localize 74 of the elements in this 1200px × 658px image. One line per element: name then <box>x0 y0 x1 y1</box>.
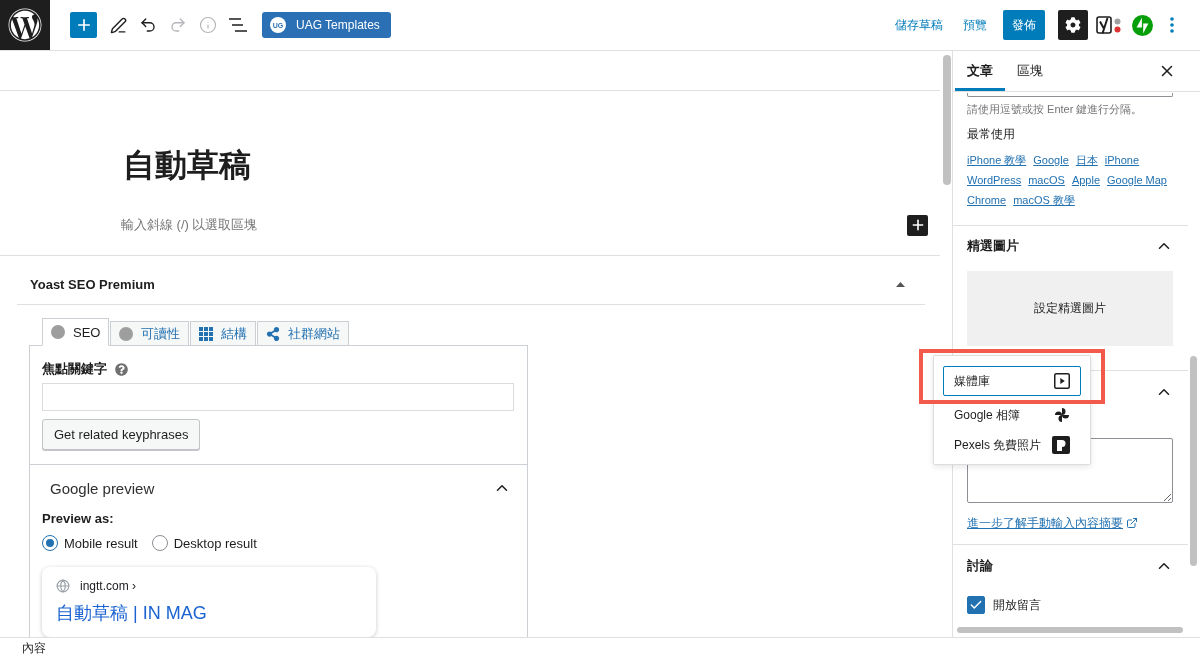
redo-icon <box>169 16 187 34</box>
publish-button[interactable]: 發佈 <box>1003 10 1045 40</box>
keyphrase-input[interactable] <box>42 383 514 411</box>
share-icon <box>266 326 281 341</box>
plugin-logo-icon <box>1096 14 1122 36</box>
triangle-up-icon[interactable] <box>896 281 905 287</box>
tag-link[interactable]: 日本 <box>1075 150 1098 170</box>
tag-link[interactable]: iPhone 教學 <box>967 150 1027 170</box>
seo-tab[interactable]: 可讀性 <box>110 321 190 346</box>
status-dot-icon <box>119 326 134 341</box>
tag-link[interactable]: WordPress <box>967 170 1022 190</box>
more-icon <box>1170 17 1174 33</box>
sidebar-tab[interactable]: 文章 <box>955 51 1005 91</box>
radio-option[interactable]: Mobile result <box>42 535 138 551</box>
tags-input-field[interactable] <box>967 93 1173 97</box>
panel-title[interactable]: 精選圖片 <box>967 237 1019 255</box>
lightning-icon <box>1132 14 1153 36</box>
checkmark-icon <box>969 598 983 612</box>
grid-icon <box>199 326 214 341</box>
field-label: Preview as: <box>42 511 114 527</box>
checkbox[interactable] <box>967 596 985 614</box>
settings-icon <box>1065 17 1081 33</box>
tag-link[interactable]: Google <box>1033 150 1069 170</box>
info-icon <box>199 16 217 34</box>
tag-link[interactable]: Google Map <box>1107 170 1167 190</box>
external-link-icon <box>1126 517 1138 529</box>
breadcrumb-item[interactable]: 內容 <box>22 639 46 657</box>
field-label: 焦點關鍵字 <box>42 360 107 378</box>
learn-more-link[interactable]: 進一步了解手動輸入內容摘要 <box>967 515 1138 531</box>
seo-tab[interactable]: 社群網站 <box>257 321 350 346</box>
menu-item[interactable]: 媒體庫 <box>943 366 1081 396</box>
settings-button[interactable] <box>1058 10 1088 40</box>
play-box-icon <box>1054 373 1070 389</box>
tag-link[interactable]: Chrome <box>967 190 1007 210</box>
pinwheel-icon <box>1054 407 1070 423</box>
seo-tab[interactable]: SEO <box>42 318 110 346</box>
related-keyphrases-button[interactable]: Get related keyphrases <box>42 419 201 450</box>
radio-option[interactable]: Desktop result <box>151 535 257 551</box>
seo-tab[interactable]: 結構 <box>190 321 257 346</box>
save-draft-button[interactable]: 儲存草稿 <box>895 16 943 34</box>
status-dot-icon <box>51 325 65 339</box>
pen-icon <box>109 16 127 34</box>
scrollbar-thumb[interactable] <box>957 627 1183 633</box>
result-title-link[interactable]: 自動草稿 | IN MAG <box>56 602 207 624</box>
tag-link[interactable]: iPhone <box>1104 150 1140 170</box>
plugin-button[interactable] <box>1096 14 1122 36</box>
undo-icon <box>139 16 157 34</box>
set-featured-image-button[interactable]: 設定精選圖片 <box>967 271 1173 346</box>
subsection-title: 最常使用 <box>967 126 1015 142</box>
more-options-button[interactable] <box>1170 17 1174 33</box>
result-url: ingtt.com › <box>80 579 136 593</box>
panel-title[interactable]: 討論 <box>967 557 993 575</box>
section-title: Google preview <box>50 479 155 497</box>
metabox-title: Yoast SEO Premium <box>30 276 155 292</box>
list-view-icon <box>229 18 247 32</box>
radio-button[interactable] <box>42 535 58 551</box>
scrollbar-thumb[interactable] <box>1190 356 1197 566</box>
help-icon <box>115 362 128 376</box>
radio-button[interactable] <box>151 535 168 551</box>
post-title[interactable]: 自動草稿 <box>123 145 251 185</box>
logo-icon <box>1052 436 1070 454</box>
checkbox-option[interactable]: 開放留言 <box>967 596 1041 614</box>
site-logo-button[interactable] <box>0 0 50 50</box>
hint-text: 請使用逗號或按 Enter 鍵進行分隔。 <box>967 102 1143 116</box>
preview-button[interactable]: 預覽 <box>963 16 987 34</box>
tag-link[interactable]: macOS <box>1028 170 1065 190</box>
scrollbar-thumb[interactable] <box>943 55 951 185</box>
add-block-button[interactable] <box>907 214 928 236</box>
sidebar-tab[interactable]: 區塊 <box>1005 51 1055 91</box>
globe-icon <box>56 579 70 593</box>
logo-icon <box>8 8 42 42</box>
block-placeholder[interactable]: 輸入斜線 (/) 以選取區塊 <box>121 216 258 234</box>
tag-link[interactable]: macOS 教學 <box>1013 190 1075 210</box>
tag-link[interactable]: Apple <box>1071 170 1101 190</box>
